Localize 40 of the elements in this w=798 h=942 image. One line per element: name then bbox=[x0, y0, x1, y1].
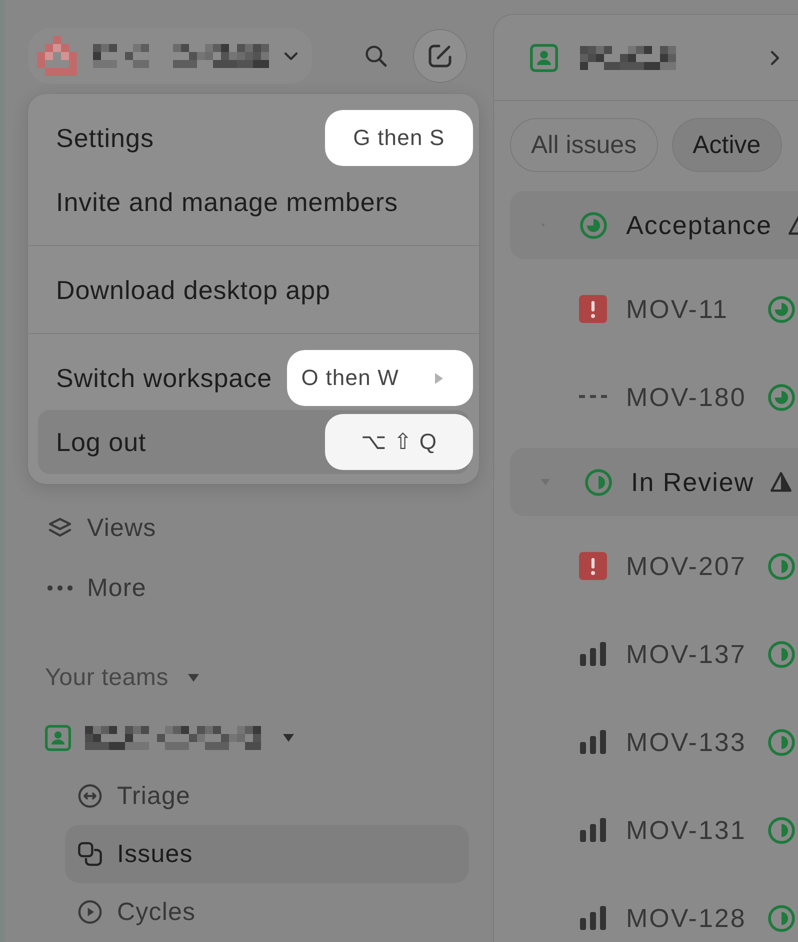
chevron-down-icon bbox=[284, 52, 298, 60]
menu-item[interactable]: Switch workspace O then W bbox=[38, 346, 469, 410]
issue-id: MOV-137 bbox=[626, 638, 746, 670]
compose-icon bbox=[427, 43, 453, 69]
team-nav-item[interactable]: Cycles bbox=[65, 883, 469, 941]
stacked-squares-icon bbox=[78, 842, 102, 866]
shortcut-keys: G then S bbox=[353, 125, 445, 151]
filter-tab[interactable]: All issues bbox=[510, 118, 658, 172]
issue-id: MOV-133 bbox=[626, 726, 746, 758]
search-icon bbox=[365, 45, 387, 67]
arrows-circle-icon bbox=[78, 784, 102, 808]
menu-item[interactable]: Download desktop app bbox=[38, 258, 469, 322]
menu-item[interactable]: Invite and manage members bbox=[38, 170, 469, 234]
group-title: In Review bbox=[631, 466, 754, 498]
play-circle-icon bbox=[78, 900, 102, 924]
team-nav-item[interactable]: Triage bbox=[65, 767, 469, 825]
section-header[interactable]: Your teams bbox=[28, 655, 199, 701]
group-title: Acceptance bbox=[626, 210, 772, 240]
workspace-switcher[interactable] bbox=[28, 28, 312, 84]
more-icon bbox=[47, 585, 73, 591]
user-square-icon bbox=[530, 44, 558, 72]
issue-id: MOV-207 bbox=[626, 550, 746, 582]
layers-icon bbox=[47, 517, 73, 539]
caret-icon[interactable] bbox=[283, 734, 294, 742]
group-header[interactable]: Acceptance bbox=[510, 191, 798, 259]
team-nav-item[interactable]: Issues bbox=[65, 825, 469, 883]
menu-item[interactable]: Settings G then S bbox=[38, 106, 469, 170]
issue-id: MOV-128 bbox=[626, 902, 746, 934]
nav-item[interactable]: Views bbox=[28, 498, 440, 558]
group-header[interactable]: In Review bbox=[510, 448, 798, 516]
shortcut-keys: O then W bbox=[301, 365, 399, 391]
user-square-icon bbox=[45, 725, 71, 751]
issue-id: MOV-180 bbox=[626, 382, 746, 412]
chevron-right-icon[interactable] bbox=[770, 50, 780, 66]
nav-item[interactable]: More bbox=[28, 558, 440, 618]
shortcut-keys: ⌥ ⇧ Q bbox=[360, 429, 438, 455]
issue-id: MOV-131 bbox=[626, 814, 746, 846]
logo-icon bbox=[37, 36, 77, 76]
issue-id: MOV-11 bbox=[626, 294, 728, 324]
filter-tab[interactable]: Active bbox=[672, 118, 782, 172]
